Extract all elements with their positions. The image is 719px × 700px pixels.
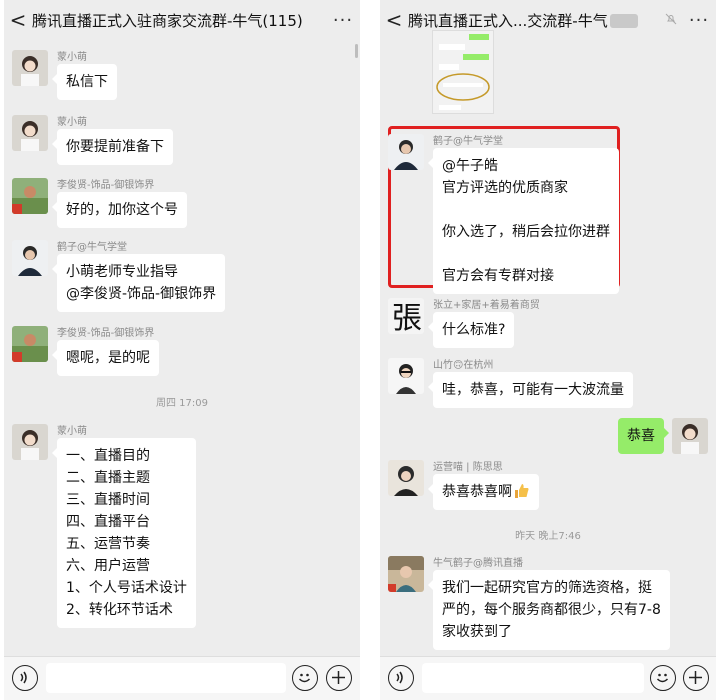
avatar[interactable]: [388, 556, 424, 592]
avatar[interactable]: [12, 178, 48, 214]
message-bubble[interactable]: 小萌老师专业指导 @李俊贤-饰品-御银饰界: [51, 254, 226, 312]
chat-title: 腾讯直播正式入驻商家交流群-牛气(115): [32, 11, 303, 30]
chat-header: < 腾讯直播正式入驻商家交流群-牛气(115) ···: [4, 0, 360, 40]
sender-name: 运营喵 | 陈思思: [433, 462, 503, 473]
timestamp: 周四 17:09: [156, 398, 208, 409]
message-bubble[interactable]: 嗯呢，是的呢: [52, 340, 159, 376]
timestamp: 昨天 晚上7:46: [515, 531, 581, 542]
input-bar: [4, 656, 360, 700]
message-bubble[interactable]: 好的，加你这个号: [52, 192, 187, 228]
message-bubble[interactable]: 哇，恭喜，可能有一大波流量: [428, 372, 633, 408]
more-icon[interactable]: ···: [326, 10, 360, 31]
avatar[interactable]: [672, 418, 708, 454]
message-bubble[interactable]: 你要提前准备下: [52, 129, 173, 165]
chat-window-left: < 腾讯直播正式入驻商家交流群-牛气(115) ··· 蒙小萌 私信下 蒙小萌 …: [4, 0, 360, 700]
avatar[interactable]: [388, 358, 424, 394]
scrollbar[interactable]: [355, 44, 358, 58]
message-input[interactable]: [46, 663, 286, 693]
message-input[interactable]: [422, 663, 644, 693]
svg-text:張: 張: [392, 301, 422, 334]
mute-icon: [660, 13, 682, 28]
sender-name: 鹤子@牛气学堂: [57, 242, 127, 253]
sender-name: 蒙小萌: [57, 426, 87, 437]
avatar[interactable]: [388, 134, 424, 170]
message-bubble[interactable]: 恭喜恭喜啊: [428, 474, 539, 510]
chat-title-text: 腾讯直播正式入...交流群-牛气: [408, 11, 608, 30]
sender-name: 李俊贤-饰品-御银饰界: [57, 328, 155, 339]
emoji-icon[interactable]: [650, 665, 676, 691]
message-bubble-self[interactable]: 恭喜: [618, 418, 669, 454]
sender-name: 山竹🙃在杭州: [433, 360, 494, 371]
sender-name: 蒙小萌: [57, 117, 87, 128]
message-bubble[interactable]: 我们一起研究官方的筛选资格，挺 严的，每个服务商都很少，只有7-8 家收获到了: [428, 570, 670, 650]
sender-name: 李俊贤-饰品-御银饰界: [57, 180, 155, 191]
avatar[interactable]: [388, 460, 424, 496]
more-icon[interactable]: ···: [682, 10, 716, 31]
emoji-icon[interactable]: [292, 665, 318, 691]
message-bubble[interactable]: 私信下: [52, 64, 117, 100]
sender-name: 蒙小萌: [57, 52, 87, 63]
sender-name: 张立+家居+着易着商贸: [433, 300, 540, 311]
avatar[interactable]: [12, 424, 48, 460]
back-icon[interactable]: <: [380, 8, 408, 32]
chat-title: 腾讯直播正式入...交流群-牛气: [408, 10, 660, 31]
message-bubble[interactable]: 什么标准?: [427, 312, 515, 348]
plus-icon[interactable]: [683, 665, 709, 691]
avatar[interactable]: [12, 115, 48, 151]
chat-header: < 腾讯直播正式入...交流群-牛气 ···: [380, 0, 716, 40]
image-message[interactable]: [432, 30, 494, 114]
sender-name: 鹤子@牛气学堂: [433, 136, 503, 147]
sender-name: 牛气鹤子@腾讯直播: [433, 558, 523, 569]
avatar[interactable]: [12, 50, 48, 86]
chat-window-right: < 腾讯直播正式入...交流群-牛气 ··· 鹤子@牛气学堂 @午子皓 官方评选…: [380, 0, 716, 700]
message-bubble[interactable]: 一、直播目的 二、直播主题 三、直播时间 四、直播平台 五、运营节奏 六、用户运…: [52, 438, 196, 628]
avatar[interactable]: [12, 240, 48, 276]
avatar[interactable]: [12, 326, 48, 362]
plus-icon[interactable]: [326, 665, 352, 691]
thumbs-up-icon: [515, 484, 529, 498]
message-text: 恭喜恭喜啊: [442, 484, 512, 500]
voice-icon[interactable]: [12, 665, 38, 691]
avatar[interactable]: 張: [388, 298, 424, 334]
message-bubble[interactable]: @午子皓 官方评选的优质商家 你入选了，稍后会拉你进群 官方会有专群对接: [428, 148, 619, 294]
input-bar: [380, 656, 716, 700]
back-icon[interactable]: <: [4, 8, 32, 32]
voice-icon[interactable]: [388, 665, 414, 691]
blurred-count: [609, 14, 638, 28]
